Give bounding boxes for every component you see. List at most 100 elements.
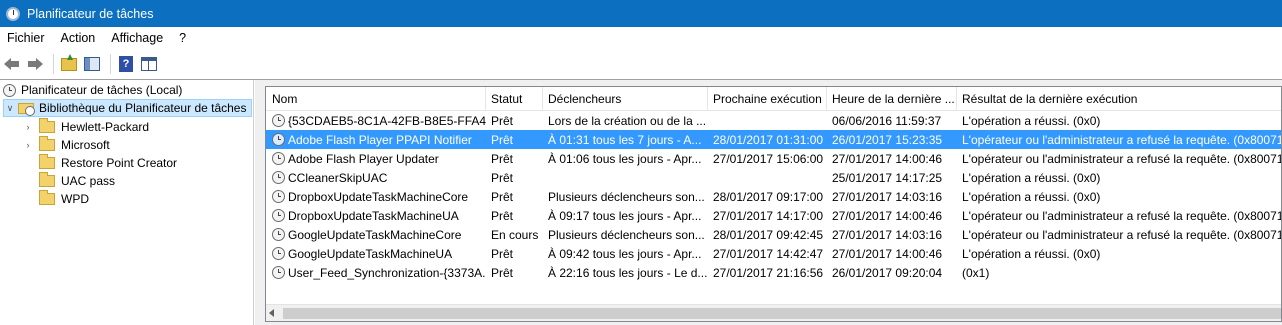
help-button[interactable]: ? (116, 54, 136, 74)
task-last-run: 25/01/2017 14:17:25 (832, 170, 943, 185)
task-name-text: Adobe Flash Player Updater (288, 151, 439, 166)
task-name-text: DropboxUpdateTaskMachineCore (288, 189, 469, 204)
show-hide-action-pane-icon (141, 57, 157, 71)
table-row[interactable]: Adobe Flash Player Updater Prêt À 01:06 to… (266, 149, 1282, 168)
task-status: En cours (491, 227, 539, 242)
task-name: Adobe Flash Player Updater (266, 149, 486, 168)
table-row[interactable]: DropboxUpdateTaskMachineCore Prêt Plusieur… (266, 187, 1281, 206)
column-header-prochaine-execution[interactable]: Prochaine exécution (708, 87, 827, 111)
toolbar-separator (110, 54, 111, 74)
help-icon: ? (119, 56, 133, 72)
back-button[interactable] (2, 54, 22, 74)
folder-icon (39, 118, 55, 133)
folder-icon (39, 190, 55, 205)
navigation-tree[interactable]: Planificateur de tâches (Local) ∨ Biblio… (0, 80, 254, 325)
task-name: CCleanerSkipUAC (266, 168, 486, 187)
list-header: Nom Statut Déclencheurs Prochaine exécut… (266, 87, 1281, 111)
task-triggers: À 09:17 tous les jours - Apr... (548, 208, 702, 223)
task-name-text: GoogleUpdateTaskMachineCore (288, 227, 462, 242)
tree-item-folder[interactable]: › Microsoft (22, 136, 110, 154)
task-last-result: L'opération a réussi. (0x0) (962, 170, 1101, 185)
task-name: DropboxUpdateTaskMachineUA (266, 206, 486, 225)
library-clock-folder-icon (18, 101, 36, 116)
column-header-declencheurs[interactable]: Déclencheurs (543, 87, 708, 111)
task-triggers: Plusieurs déclencheurs son... (548, 189, 705, 204)
clock-icon (3, 83, 16, 97)
task-name-text: CCleanerSkipUAC (288, 170, 388, 185)
table-row[interactable]: Adobe Flash Player PPAPI Notifier Prêt À 0… (266, 130, 1281, 149)
tree-item-folder[interactable]: Restore Point Creator (34, 154, 177, 172)
tree-folder-label: WPD (61, 192, 89, 206)
task-name: GoogleUpdateTaskMachineCore (266, 225, 486, 244)
task-triggers: À 09:42 tous les jours - Apr... (548, 246, 702, 261)
folder-up-icon (61, 53, 77, 71)
tree-root[interactable]: Planificateur de tâches (Local) (3, 81, 182, 99)
table-row[interactable]: {53CDAEB5-8C1A-42FB-B8E5-FFA4... Prêt Lors… (266, 111, 1281, 130)
back-arrow-icon (4, 58, 20, 70)
menu-fichier[interactable]: Fichier (0, 31, 53, 45)
task-next-run: 28/01/2017 09:17:00 (713, 189, 824, 204)
column-header-derniere-execution[interactable]: Heure de la dernière ... (827, 87, 957, 111)
task-status: Prêt (491, 265, 514, 280)
task-next-run: 27/01/2017 14:17:00 (713, 208, 824, 223)
task-last-run: 06/06/2016 11:59:37 (832, 113, 942, 128)
task-last-result: L'opération a réussi. (0x0) (962, 113, 1101, 128)
column-header-nom[interactable]: Nom (266, 87, 486, 111)
tree-folder-label: Hewlett-Packard (61, 120, 150, 134)
task-triggers: Lors de la création ou de la ... (548, 113, 707, 128)
task-status: Prêt (491, 170, 514, 185)
task-next-run: 27/01/2017 14:42:47 (713, 246, 824, 261)
folder-icon (39, 172, 55, 187)
scrollbar-thumb[interactable] (283, 308, 1281, 319)
task-last-run: 26/01/2017 09:20:04 (832, 265, 943, 280)
task-next-run: 28/01/2017 09:42:45 (713, 227, 824, 242)
tree-item-folder[interactable]: › Hewlett-Packard (22, 118, 149, 136)
tree-folder-label: Restore Point Creator (61, 156, 178, 170)
task-last-run: 27/01/2017 14:00:46 (832, 208, 943, 223)
tree-item-folder[interactable]: UAC pass (34, 172, 115, 190)
table-row[interactable]: GoogleUpdateTaskMachineUA Prêt À 09:42 tou… (266, 244, 1281, 263)
task-triggers: Plusieurs déclencheurs son... (548, 227, 705, 242)
task-list[interactable]: Nom Statut Déclencheurs Prochaine exécut… (265, 86, 1282, 322)
menu-action[interactable]: Action (53, 31, 104, 45)
forward-arrow-icon (27, 58, 43, 70)
menu-help[interactable]: ? (171, 31, 194, 45)
task-name-text: DropboxUpdateTaskMachineUA (288, 208, 459, 223)
task-status: Prêt (491, 208, 514, 223)
task-name: DropboxUpdateTaskMachineCore (266, 187, 486, 206)
task-triggers: À 22:16 tous les jours - Le d... (548, 265, 708, 280)
tree-item-folder[interactable]: WPD (34, 190, 89, 208)
table-row[interactable]: GoogleUpdateTaskMachineCore En cours Plusi… (266, 225, 1281, 244)
table-row[interactable]: User_Feed_Synchronization-{3373A... Prêt À… (266, 263, 1281, 282)
task-name-text: Adobe Flash Player PPAPI Notifier (288, 132, 472, 147)
tree-item-library[interactable]: ∨ Bibliothèque du Planificateur de tâche… (3, 99, 252, 117)
show-hide-tree-button[interactable] (82, 54, 102, 74)
task-next-run (708, 168, 827, 187)
folder-icon (39, 154, 55, 169)
task-triggers (543, 168, 708, 187)
task-last-result: (0x1) (962, 265, 990, 280)
forward-button[interactable] (25, 54, 45, 74)
pane-splitter[interactable] (255, 80, 263, 325)
table-row[interactable]: CCleanerSkipUAC Prêt 25/01/2017 14:17:25 L'… (266, 168, 1281, 187)
task-last-result: L'opérateur ou l'administrateur a refusé… (962, 151, 1282, 166)
task-clock-icon (272, 209, 285, 222)
horizontal-scrollbar[interactable] (266, 304, 1281, 321)
task-status: Prêt (491, 151, 514, 166)
chevron-right-icon: › (26, 140, 30, 150)
scroll-left-icon[interactable] (269, 309, 274, 317)
task-name: {53CDAEB5-8C1A-42FB-B8E5-FFA4... (266, 111, 486, 130)
table-row[interactable]: DropboxUpdateTaskMachineUA Prêt À 09:17 to… (266, 206, 1281, 225)
show-hide-action-pane-button[interactable] (139, 54, 159, 74)
list-rows: {53CDAEB5-8C1A-42FB-B8E5-FFA4... Prêt Lors… (266, 111, 1282, 282)
tree-folder-label: UAC pass (61, 174, 116, 188)
column-header-resultat[interactable]: Résultat de la dernière exécution (957, 87, 1281, 111)
task-status: Prêt (491, 132, 514, 147)
column-header-statut[interactable]: Statut (486, 87, 543, 111)
task-triggers: À 01:06 tous les jours - Apr... (548, 151, 702, 166)
task-last-result: L'opération a réussi. (0x0) (962, 246, 1101, 261)
menu-affichage[interactable]: Affichage (103, 31, 171, 45)
task-clock-icon (272, 152, 285, 165)
task-name: User_Feed_Synchronization-{3373A... (266, 263, 486, 282)
up-level-button[interactable] (59, 53, 79, 74)
